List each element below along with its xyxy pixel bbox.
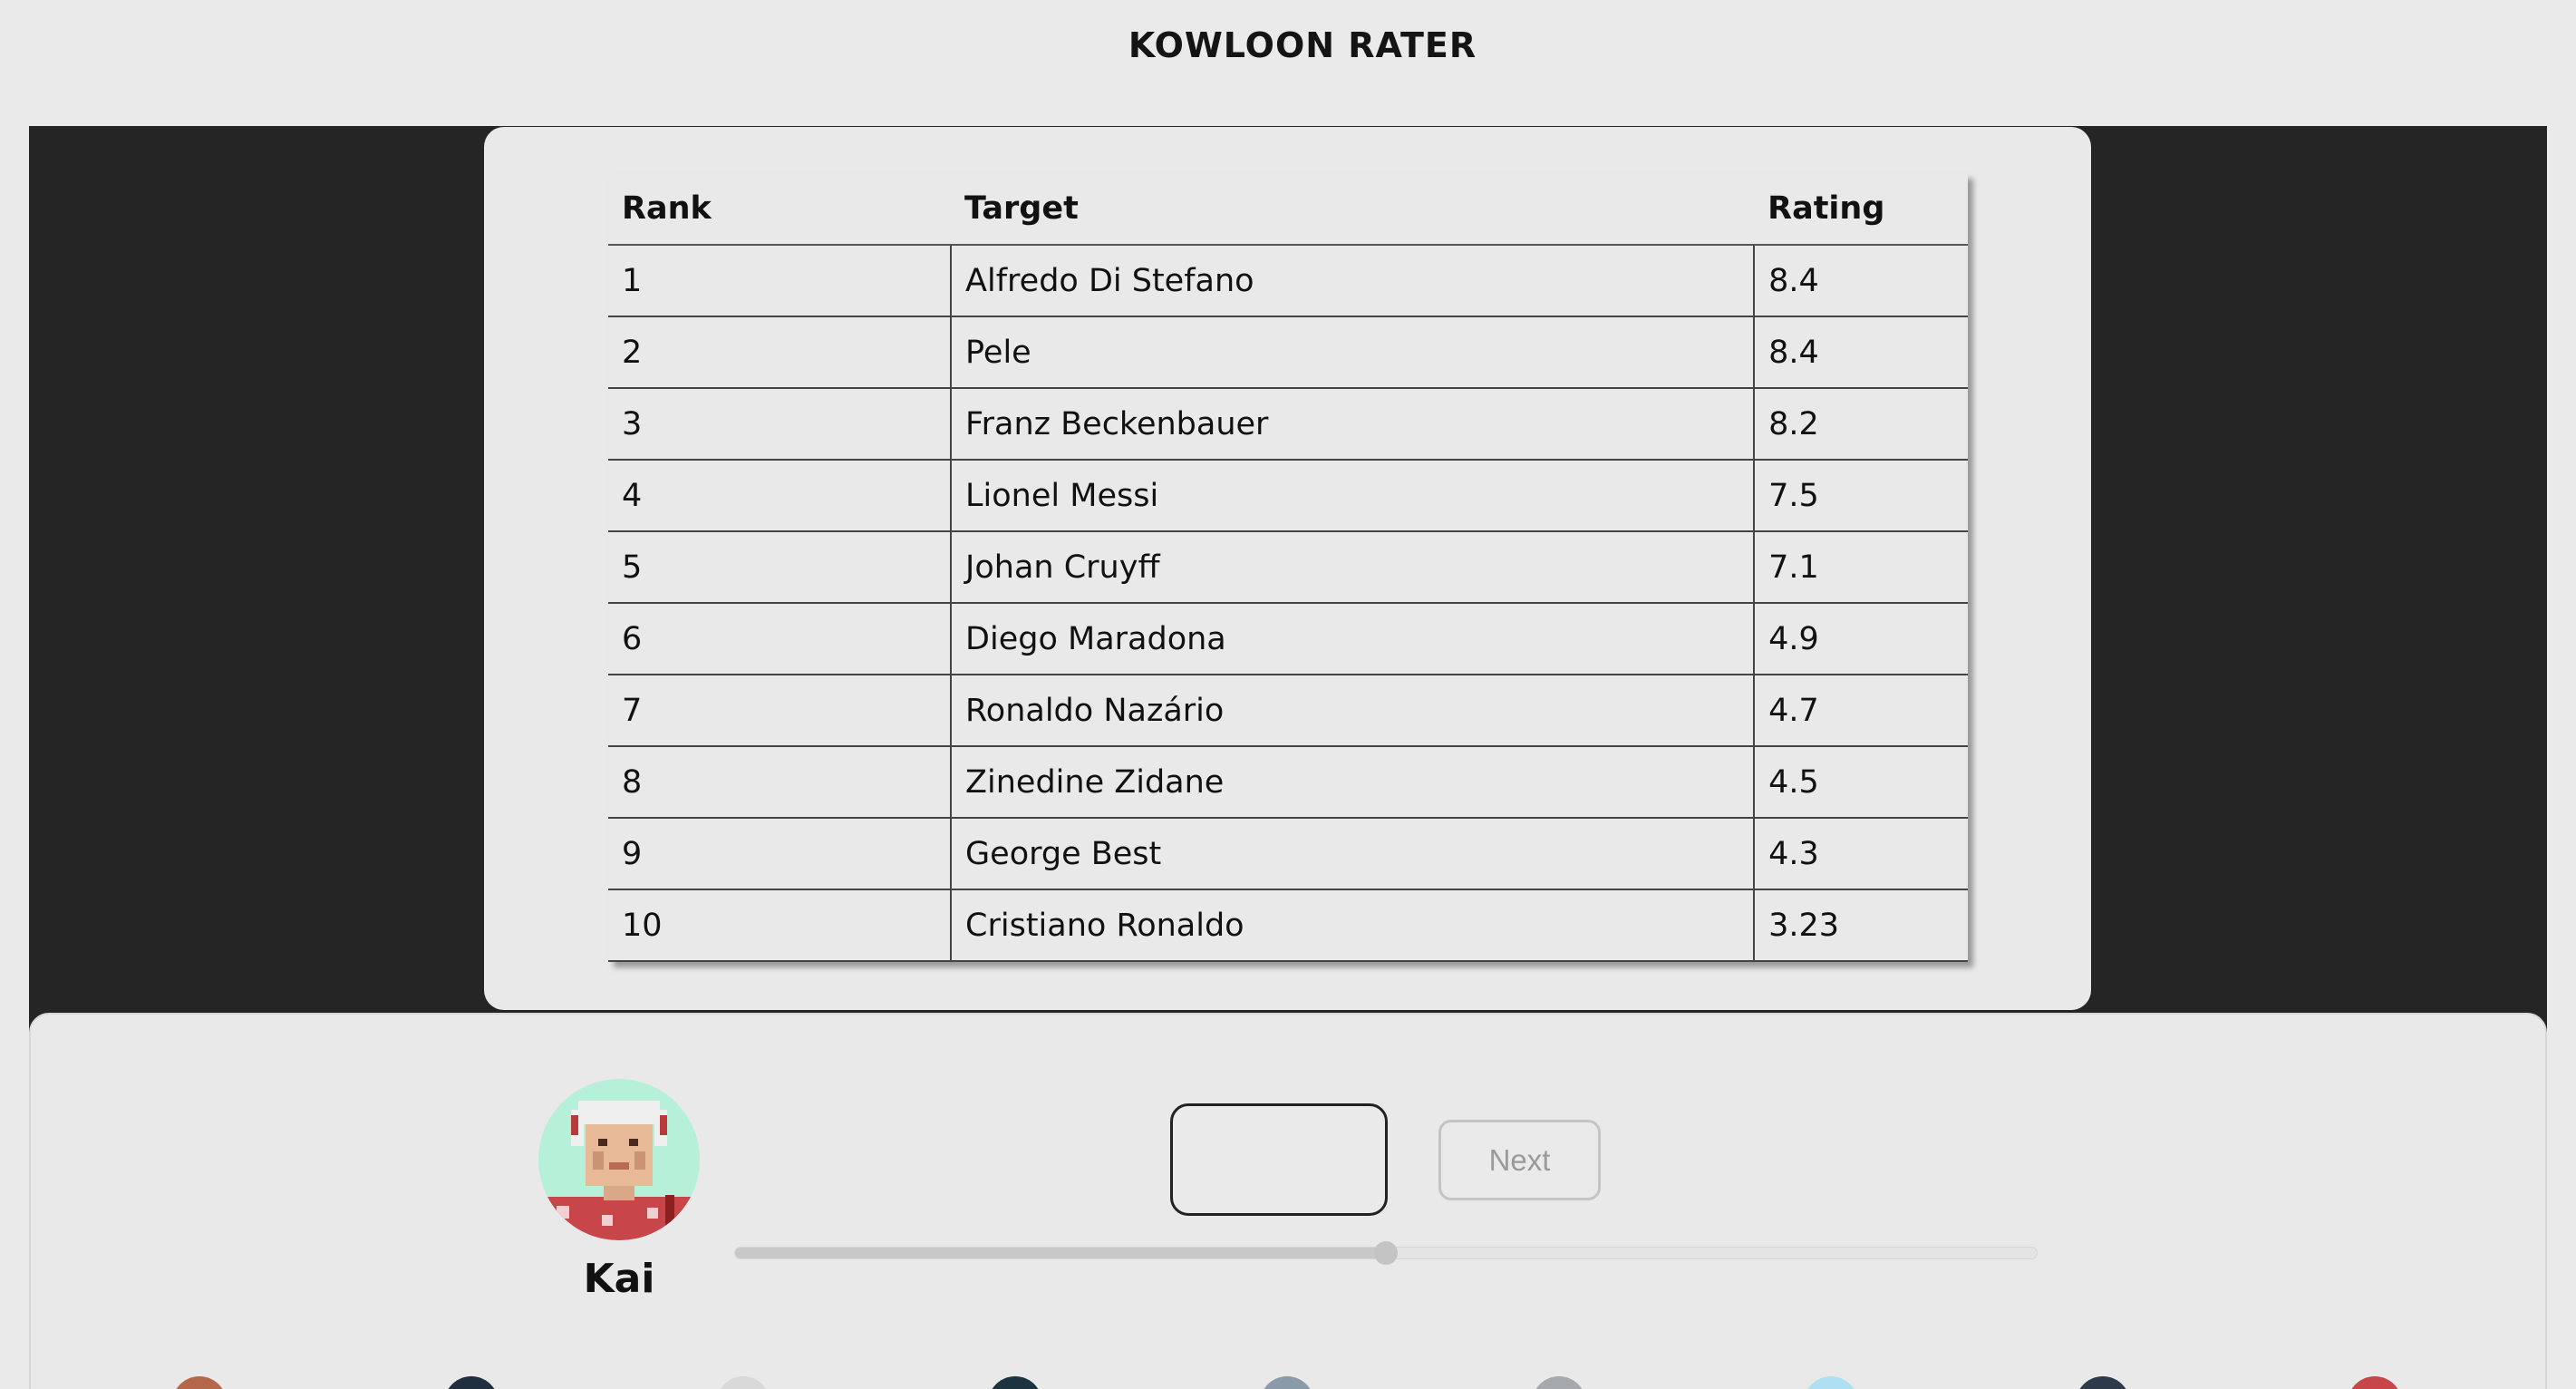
rating-cell: 3.23 [1753, 889, 1968, 962]
table-row: 7 Ronaldo Nazário 4.7 [608, 675, 1968, 747]
next-button[interactable]: Next [1438, 1120, 1601, 1200]
table-row: 9 George Best 4.3 [608, 818, 1968, 890]
target-cell: Pele [950, 316, 1755, 389]
table-row: 4 Lionel Messi 7.5 [608, 460, 1968, 532]
table-row: 8 Zinedine Zidane 4.5 [608, 746, 1968, 819]
rating-cell: 7.5 [1753, 460, 1968, 532]
table-row: 1 Alfredo Di Stefano 8.4 [608, 245, 1968, 317]
rank-cell: 9 [608, 818, 952, 890]
leaderboard-card: Rank Target Rating 1 Alfredo Di Stefano … [484, 127, 2091, 1010]
target-cell: Diego Maradona [950, 603, 1755, 675]
table-row: 5 Johan Cruyff 7.1 [608, 531, 1968, 604]
target-cell: Alfredo Di Stefano [950, 245, 1755, 317]
table-row: 3 Franz Beckenbauer 8.2 [608, 388, 1968, 461]
rank-cell: 5 [608, 531, 952, 604]
rating-column-header: Rating [1754, 173, 1968, 246]
rating-cell: 8.4 [1753, 245, 1968, 317]
pixel-avatar-graphic [547, 1101, 692, 1240]
rank-cell: 6 [608, 603, 952, 675]
table-row: 2 Pele 8.4 [608, 316, 1968, 389]
rank-column-header: Rank [608, 173, 952, 246]
rating-cell: 8.2 [1753, 388, 1968, 461]
target-cell: Franz Beckenbauer [950, 388, 1755, 461]
user-name: Kai [583, 1256, 655, 1302]
rank-cell: 8 [608, 746, 952, 819]
rank-cell: 4 [608, 460, 952, 532]
table-row: 6 Diego Maradona 4.9 [608, 603, 1968, 675]
rank-cell: 10 [608, 889, 952, 962]
target-cell: Zinedine Zidane [950, 746, 1755, 819]
page: KOWLOON RATER Rank Target Rating 1 Alfre… [0, 0, 2576, 1389]
target-cell: Cristiano Ronaldo [950, 889, 1755, 962]
rating-slider[interactable] [734, 1241, 2038, 1265]
target-cell: Lionel Messi [950, 460, 1755, 532]
rank-cell: 2 [608, 316, 952, 389]
target-cell: George Best [950, 818, 1755, 890]
table-row: 10 Cristiano Ronaldo 3.23 [608, 889, 1968, 962]
rating-input[interactable] [1170, 1103, 1388, 1216]
rank-cell: 3 [608, 388, 952, 461]
app-title: KOWLOON RATER [1128, 25, 1477, 65]
slider-thumb[interactable] [1374, 1241, 1398, 1265]
rank-cell: 1 [608, 245, 952, 317]
target-column-header: Target [951, 173, 1755, 246]
rating-cell: 4.3 [1753, 818, 1968, 890]
rating-cell: 4.7 [1753, 675, 1968, 747]
ranking-table: Rank Target Rating 1 Alfredo Di Stefano … [608, 173, 1968, 962]
pixel-avatar-icon [538, 1079, 700, 1240]
rating-cell: 8.4 [1753, 316, 1968, 389]
target-cell: Ronaldo Nazário [950, 675, 1755, 747]
target-cell: Johan Cruyff [950, 531, 1755, 604]
slider-fill [735, 1248, 1386, 1258]
rating-cell: 4.9 [1753, 603, 1968, 675]
table-header-row: Rank Target Rating [608, 173, 1968, 246]
rating-cell: 4.5 [1753, 746, 1968, 819]
rank-cell: 7 [608, 675, 952, 747]
rating-cell: 7.1 [1753, 531, 1968, 604]
